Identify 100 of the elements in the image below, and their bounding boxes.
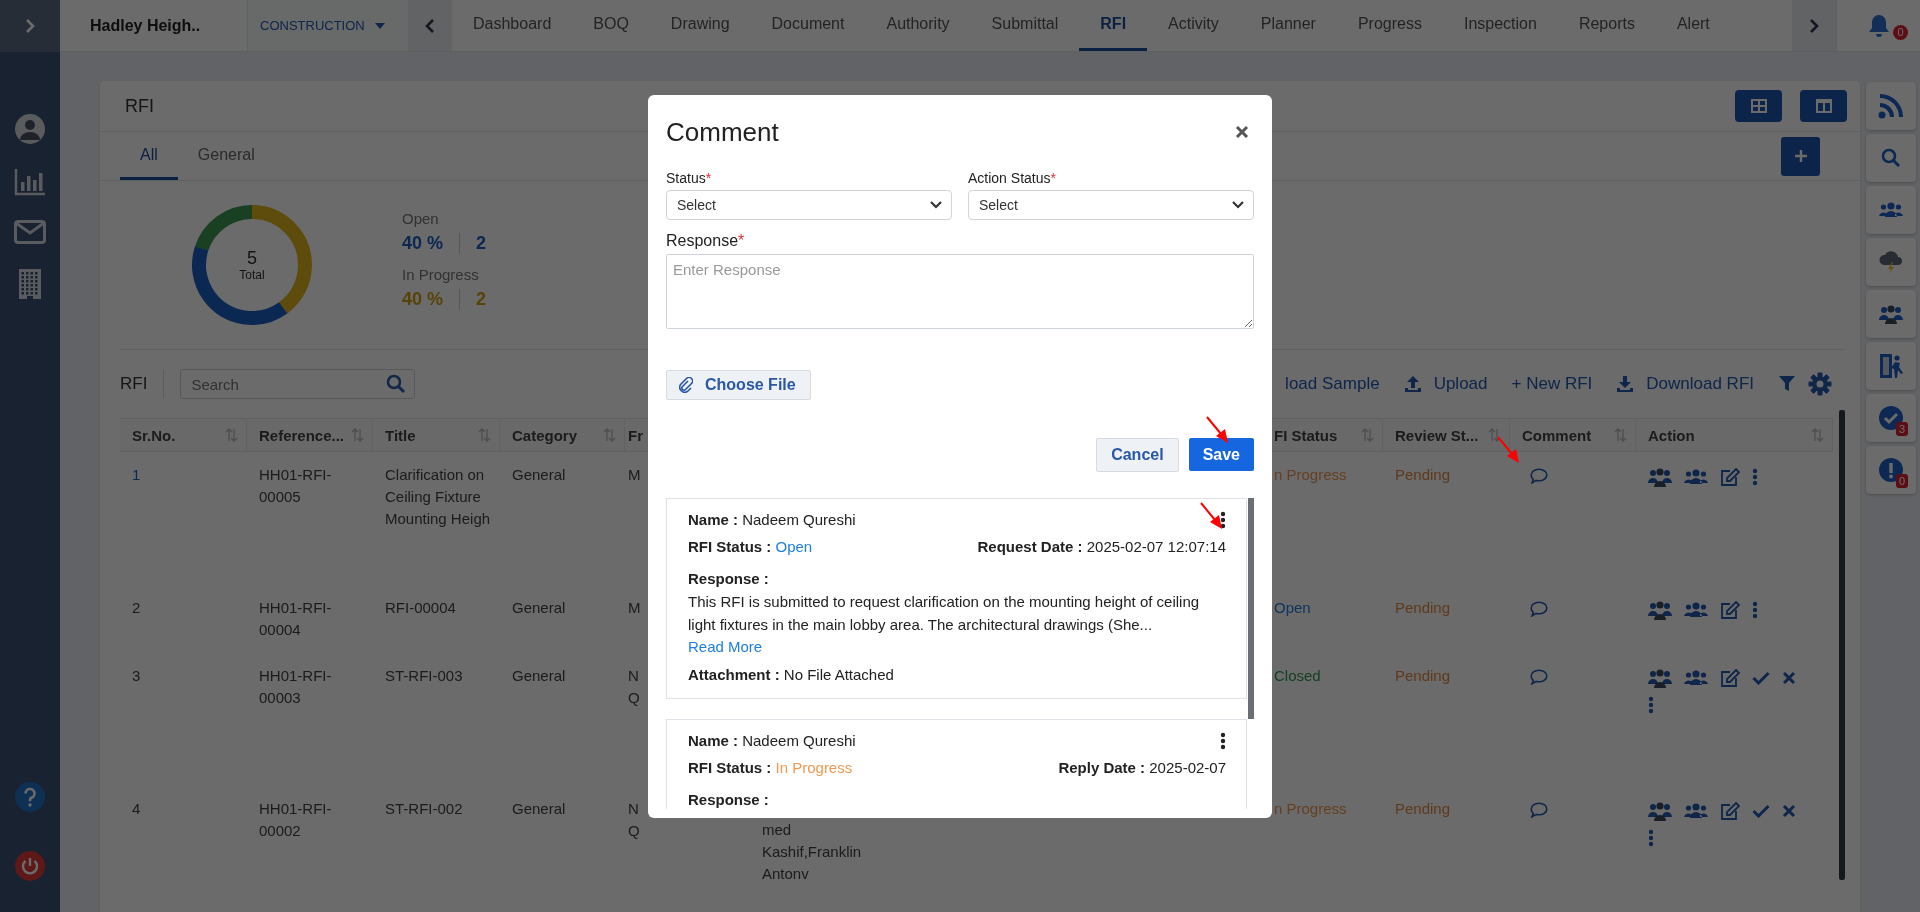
help-icon[interactable] [15, 782, 45, 812]
date-line: Request Date : 2025-02-07 12:07:14 [977, 537, 1226, 557]
more-icon[interactable] [1220, 511, 1226, 529]
rail-button[interactable] [1866, 342, 1916, 390]
rail-button[interactable] [1866, 134, 1916, 182]
sort-icon[interactable] [1361, 428, 1374, 442]
nav-tab[interactable]: Authority [865, 0, 971, 51]
rail-button[interactable] [1866, 82, 1916, 130]
more-icon[interactable] [1220, 732, 1226, 750]
nav-tab[interactable]: Document [750, 0, 866, 51]
settings-icon[interactable] [1808, 372, 1832, 396]
select-field[interactable]: Select [968, 190, 1254, 220]
sort-icon[interactable] [1614, 428, 1627, 442]
table-cell: med Kashif,Franklin Antonv [762, 821, 862, 882]
comment-icon[interactable] [1530, 468, 1548, 484]
chevron-right-icon [24, 18, 36, 34]
download-link[interactable]: Download RFI [1646, 374, 1754, 394]
download-icon[interactable] [1616, 375, 1635, 393]
column-header[interactable]: Sr.No. [132, 426, 176, 444]
search-field[interactable]: Search [180, 369, 416, 399]
table-cell: n Progress [1274, 466, 1347, 483]
sort-icon[interactable] [603, 428, 616, 442]
check-icon[interactable] [1752, 804, 1770, 818]
sort-icon[interactable] [1811, 428, 1824, 442]
rail-button[interactable] [1866, 238, 1916, 286]
rail-button[interactable]: 3 [1866, 394, 1916, 442]
upload-link[interactable]: Upload [1433, 374, 1488, 394]
check-icon[interactable] [1752, 671, 1770, 685]
power-icon[interactable] [15, 851, 45, 881]
column-header[interactable]: Fr [628, 426, 643, 444]
rail-button[interactable] [1866, 290, 1916, 338]
choose-file-button[interactable]: Choose File [666, 370, 811, 400]
sort-icon[interactable] [225, 428, 238, 442]
link[interactable]: load Sample [1285, 374, 1380, 394]
cancel-button[interactable]: Cancel [1096, 438, 1179, 472]
users-icon[interactable] [1684, 469, 1708, 485]
table-cell: Closed [1274, 667, 1321, 684]
nav-tab[interactable]: Progress [1336, 0, 1443, 51]
comment-icon[interactable] [1530, 669, 1548, 685]
nav-tab[interactable]: Activity [1147, 0, 1240, 51]
chevron-right-icon [1808, 17, 1820, 34]
nav-tab[interactable]: Submittal [970, 0, 1080, 51]
filter-tab[interactable]: All [120, 132, 178, 180]
nav-tab[interactable]: Drawing [649, 0, 751, 51]
building-icon[interactable] [18, 268, 42, 300]
grid-view-button[interactable] [1735, 90, 1782, 122]
search-icon[interactable] [386, 374, 407, 394]
users-icon[interactable] [1684, 602, 1708, 618]
table-cell: General [512, 466, 566, 483]
read-more-link[interactable]: Read More [688, 636, 763, 658]
comment-icon[interactable] [1530, 601, 1548, 617]
select-field[interactable]: Select [666, 190, 952, 220]
rail-button[interactable] [1866, 186, 1916, 234]
avatar-icon[interactable] [15, 114, 45, 144]
users-icon[interactable] [1684, 803, 1708, 819]
split-view-button[interactable] [1800, 90, 1847, 122]
nav-tab[interactable]: Inspection [1442, 0, 1558, 51]
scroll-left-button[interactable] [408, 0, 452, 51]
close-icon[interactable] [1782, 671, 1796, 685]
close-icon[interactable] [1782, 804, 1796, 818]
nav-tab[interactable]: Alert [1655, 0, 1731, 51]
edit-icon[interactable] [1720, 802, 1740, 820]
upload-icon[interactable] [1403, 375, 1422, 393]
users-icon[interactable] [1684, 670, 1708, 686]
team-icon[interactable] [1648, 801, 1672, 821]
team-icon[interactable] [1648, 668, 1672, 688]
column-header[interactable]: Action [1648, 426, 1695, 444]
nav-tab[interactable]: Dashboard [452, 0, 573, 51]
nav-tab[interactable]: Planner [1239, 0, 1337, 51]
edit-icon[interactable] [1720, 669, 1740, 687]
name-line: Name : Nadeem Qureshi [688, 510, 856, 530]
scrollbar[interactable] [1839, 410, 1845, 880]
comment-icon[interactable] [1530, 802, 1548, 818]
sort-icon[interactable] [351, 428, 364, 442]
filter-tab[interactable]: General [177, 132, 275, 180]
column-header[interactable]: Title [385, 426, 416, 444]
table-cell: 4 [132, 800, 141, 817]
sort-icon[interactable] [1488, 428, 1501, 442]
table-cell: ST-RFI-002 [385, 800, 463, 817]
edit-icon[interactable] [1720, 468, 1740, 486]
team-icon[interactable] [1648, 467, 1672, 487]
rail-button[interactable]: 0 [1866, 446, 1916, 494]
chevron-left-icon [424, 17, 436, 34]
scrollbar[interactable] [1248, 498, 1254, 719]
stat-count: 2 [475, 289, 487, 310]
table-cell: Clarification on Ceiling Fixture Mounting Heigh [385, 466, 491, 527]
mail-icon[interactable] [14, 220, 46, 244]
link[interactable]: + New RFI [1511, 374, 1593, 394]
team-icon[interactable] [1648, 600, 1672, 620]
nav-tab[interactable]: Reports [1557, 0, 1656, 51]
filter-icon[interactable] [1778, 375, 1796, 393]
response-field[interactable]: Enter Response [666, 254, 1254, 329]
add-button[interactable] [1781, 136, 1820, 176]
bar-chart-icon[interactable] [14, 168, 46, 196]
edit-icon[interactable] [1720, 601, 1740, 619]
sidebar-toggle-button[interactable] [0, 0, 60, 52]
nav-tab[interactable]: BOQ [572, 0, 650, 51]
scroll-right-button[interactable] [1792, 0, 1836, 51]
save-button[interactable]: Save [1188, 438, 1254, 471]
sort-icon[interactable] [478, 428, 491, 442]
